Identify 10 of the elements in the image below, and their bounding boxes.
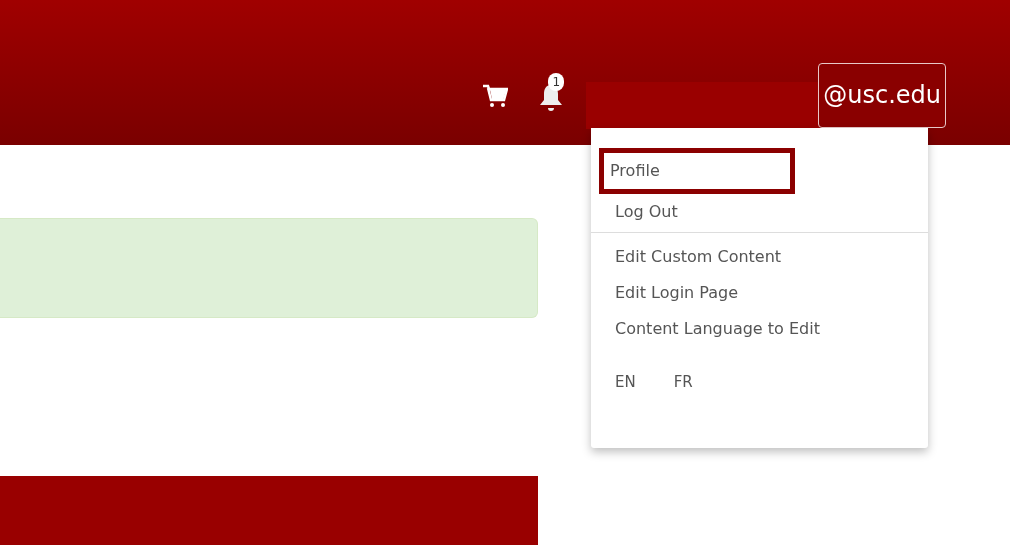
menu-item[interactable]: Edit Custom Content: [605, 239, 782, 275]
user-menu-button[interactable]: @usc.edu: [818, 63, 946, 128]
notification-badge: 1: [548, 73, 565, 91]
language-link[interactable]: EN: [615, 371, 636, 394]
menu-item[interactable]: Content Language to Edit: [605, 311, 820, 347]
language-link[interactable]: FR: [673, 371, 693, 394]
menu-item[interactable]: Log Out: [605, 194, 678, 230]
menu-item[interactable]: Profile: [599, 148, 795, 194]
menu-item[interactable]: Edit Login Page: [605, 275, 739, 311]
cart-icon[interactable]: [482, 83, 509, 109]
